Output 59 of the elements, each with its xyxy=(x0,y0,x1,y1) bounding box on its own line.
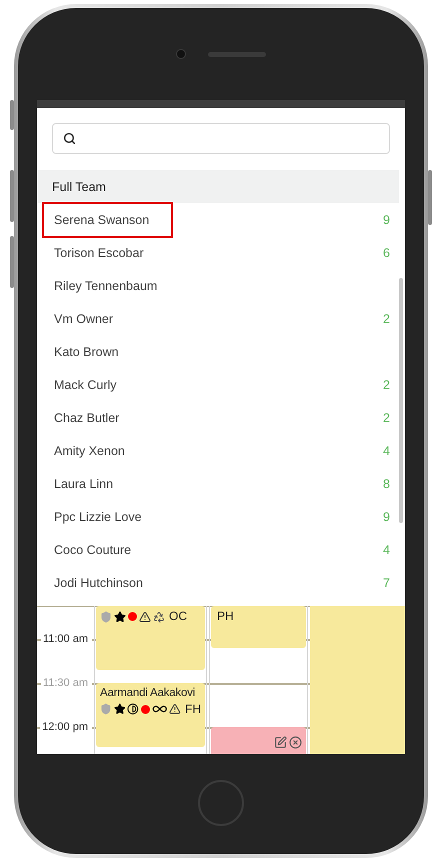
close-icon[interactable] xyxy=(289,736,302,749)
member-name: Torison Escobar xyxy=(53,244,145,262)
star-icon xyxy=(114,610,126,622)
camera-icon xyxy=(176,49,186,59)
member-count: 2 xyxy=(383,410,390,424)
blocked-slot[interactable] xyxy=(211,727,306,754)
team-member-item[interactable]: Ppc Lizzie Love 9 xyxy=(37,500,405,533)
shield-icon xyxy=(100,703,112,715)
client-name: Aarmandi Aakakovi xyxy=(100,686,196,701)
team-member-item[interactable]: Jodi Hutchinson 7 xyxy=(37,566,405,599)
service-code: OC xyxy=(169,609,187,624)
search-icon xyxy=(63,132,76,145)
scrollbar[interactable] xyxy=(399,278,403,523)
member-count: 8 xyxy=(383,476,390,490)
member-name: Laura Linn xyxy=(53,476,114,492)
member-count: 2 xyxy=(383,378,390,392)
member-count: 2 xyxy=(383,312,390,326)
service-code: FH xyxy=(185,702,201,716)
member-count: 9 xyxy=(383,212,390,226)
member-count: 4 xyxy=(383,444,390,458)
member-name: Vm Owner xyxy=(53,310,114,328)
search-field[interactable] xyxy=(52,123,390,154)
appointment-card[interactable]: PH xyxy=(211,606,306,648)
dot-icon xyxy=(128,612,137,621)
member-name: Serena Swanson xyxy=(42,202,173,238)
appointment-card[interactable]: Aarmandi Aakakovi FH xyxy=(96,683,205,747)
time-label: 12:00 pm xyxy=(40,721,92,734)
member-count: 9 xyxy=(383,510,390,524)
team-member-item[interactable]: Laura Linn 8 xyxy=(37,467,405,500)
team-member-item[interactable]: Vm Owner 2 xyxy=(37,302,405,335)
member-count: 6 xyxy=(383,246,390,260)
half-circle-icon xyxy=(127,703,140,715)
list-header[interactable]: Full Team xyxy=(37,170,399,203)
member-name: Riley Tennenbaum xyxy=(53,278,158,295)
team-member-item[interactable]: Kato Brown xyxy=(37,335,405,368)
member-name: Chaz Butler xyxy=(53,410,120,426)
member-name: Ppc Lizzie Love xyxy=(53,508,143,526)
edit-icon[interactable] xyxy=(274,736,287,749)
team-member-item[interactable]: Torison Escobar 6 xyxy=(37,236,405,269)
star-icon xyxy=(114,703,126,715)
service-code: PH xyxy=(217,609,234,624)
member-name: Coco Couture xyxy=(53,542,132,558)
team-member-item[interactable]: Amity Xenon 4 xyxy=(37,434,405,467)
recycle-icon xyxy=(153,610,165,622)
appointment-card[interactable]: OC xyxy=(96,606,205,670)
member-count: 4 xyxy=(383,542,390,556)
team-member-item[interactable]: Serena Swanson 9 xyxy=(37,203,405,236)
team-member-item[interactable]: Riley Tennenbaum xyxy=(37,269,405,302)
member-count: 7 xyxy=(383,576,390,590)
team-member-item[interactable]: Coco Couture 4 xyxy=(37,533,405,566)
warning-icon xyxy=(169,703,181,715)
warning-icon xyxy=(139,610,151,622)
member-name: Kato Brown xyxy=(53,344,120,360)
member-name: Jodi Hutchinson xyxy=(53,574,144,592)
team-member-item[interactable]: Mack Curly 2 xyxy=(37,368,405,401)
member-name: Amity Xenon xyxy=(53,442,126,460)
shield-icon xyxy=(100,610,112,622)
team-member-item[interactable]: Chaz Butler 2 xyxy=(37,401,405,434)
member-name: Mack Curly xyxy=(53,376,118,394)
